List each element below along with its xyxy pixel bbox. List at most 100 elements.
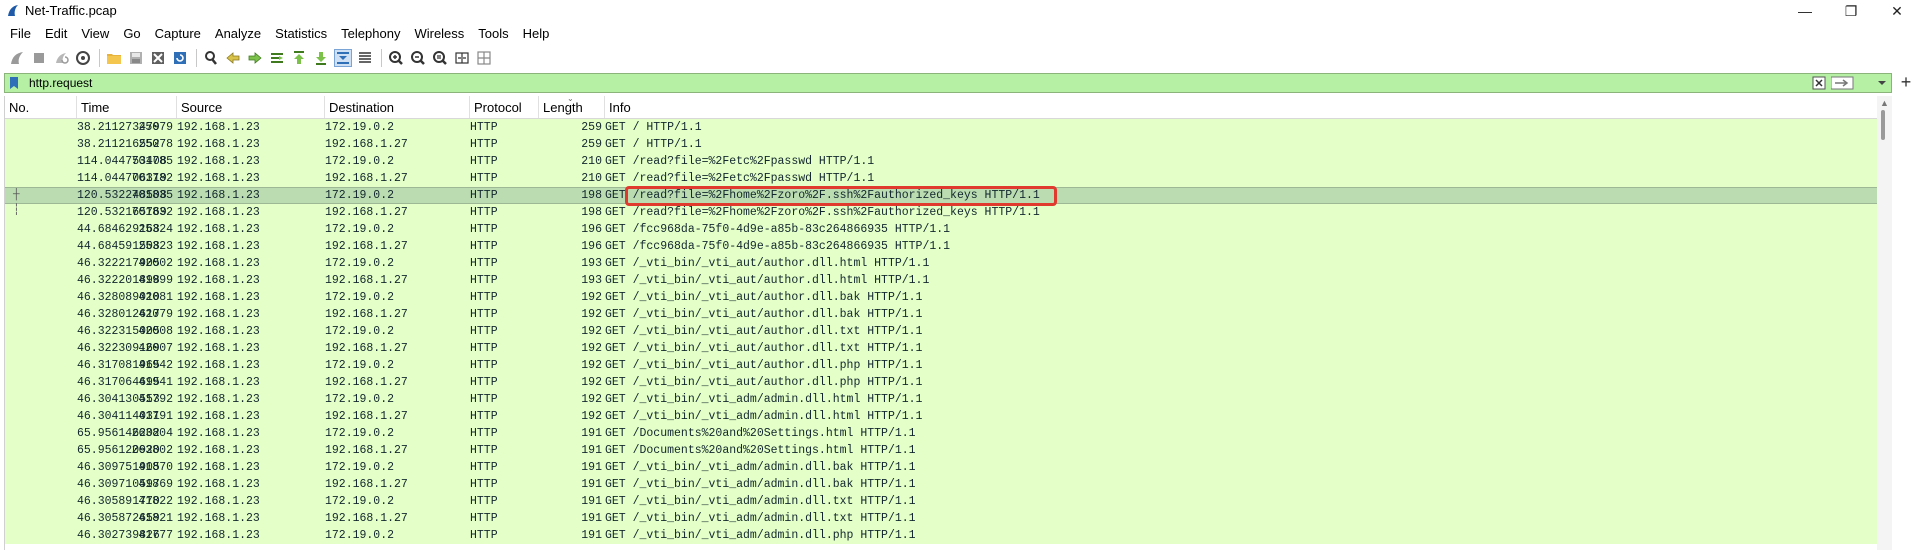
table-row[interactable]: 41822 46.305891770 192.168.1.23 172.19.0.2 H… [5, 493, 1877, 510]
table-row[interactable]: 41821 46.305872659 192.168.1.23 192.168.1.2… [5, 510, 1877, 527]
cell-proto: HTTP [470, 172, 498, 185]
cell-len: 191 [581, 512, 602, 525]
table-row[interactable]: 41777 46.302739826 192.168.1.23 172.19.0.2 H… [5, 527, 1877, 544]
column-header-time[interactable]: Time [77, 96, 177, 118]
restart-icon [56, 53, 69, 64]
table-row[interactable]: 25323 44.684591508 192.168.1.23 192.168.1.2… [5, 238, 1877, 255]
minimize-button[interactable]: — [1782, 0, 1828, 22]
cell-info: GET /_vti_bin/_vti_aut/author.dll.txt HT… [605, 325, 923, 338]
vertical-scrollbar[interactable]: ▲ [1877, 96, 1892, 550]
reload-file-button[interactable] [171, 49, 189, 67]
scroll-up-arrow-icon[interactable]: ▲ [1880, 98, 1889, 108]
menu-capture[interactable]: Capture [148, 24, 208, 44]
table-row[interactable]: 41870 46.309751905 192.168.1.23 172.19.0.2 H… [5, 459, 1877, 476]
table-row[interactable]: 42079 46.328012617 192.168.1.23 192.168.1.2… [5, 306, 1877, 323]
normal-size-button[interactable] [431, 49, 449, 67]
cell-info: GET /fcc968da-75f0-4d9e-a85b-83c26486693… [605, 223, 951, 236]
first-packet-button[interactable] [290, 49, 308, 67]
packet-list[interactable]: No. Time Source Destination Protocol Len… [4, 96, 1877, 550]
reload-file-icon [174, 52, 186, 64]
close-window-button[interactable]: ✕ [1874, 0, 1920, 22]
table-row[interactable]: 701782 114.044706319 192.168.1.23 192.168.1… [5, 170, 1877, 187]
autoscroll-button[interactable] [334, 49, 352, 67]
save-file-button[interactable] [127, 49, 145, 67]
table-row[interactable]: 41999 46.322201898 192.168.1.23 192.168.1.2… [5, 272, 1877, 289]
cell-len: 196 [581, 223, 602, 236]
capture-options-button[interactable] [74, 49, 92, 67]
table-row[interactable]: 25078 38.211216552 192.168.1.23 192.168.1.2… [5, 136, 1877, 153]
column-header-info[interactable]: Info [605, 96, 1877, 118]
table-row[interactable]: 42081 46.328089010 192.168.1.23 172.19.0.2 H… [5, 289, 1877, 306]
last-packet-button[interactable] [312, 49, 330, 67]
table-row[interactable]: 42007 46.322309169 192.168.1.23 192.168.1.2… [5, 340, 1877, 357]
table-row[interactable]: 701785 114.044753408 192.168.1.23 172.19.0.… [5, 153, 1877, 170]
menu-statistics[interactable]: Statistics [268, 24, 334, 44]
cell-src: 192.168.1.23 [177, 342, 260, 355]
scrollbar-thumb[interactable] [1881, 110, 1885, 140]
column-header-no[interactable]: No. [5, 96, 77, 118]
column-header-protocol[interactable]: Protocol [470, 96, 539, 118]
colorize-button[interactable] [356, 49, 374, 67]
find-packet-button[interactable] [202, 49, 220, 67]
cell-time: 46.309751905 [77, 461, 160, 474]
packet-minimap[interactable] [1893, 96, 1920, 550]
table-row[interactable]: 41869 46.309710597 192.168.1.23 192.168.1.2… [5, 476, 1877, 493]
menu-tools[interactable]: Tools [471, 24, 515, 44]
table-row[interactable]: 263804 65.956146202 192.168.1.23 172.19.0.2… [5, 425, 1877, 442]
menu-go[interactable]: Go [116, 24, 147, 44]
display-filter-input[interactable] [29, 74, 1809, 92]
open-file-icon [107, 54, 121, 64]
restart-capture-button[interactable] [52, 49, 70, 67]
table-row[interactable]: 41791 46.304114031 192.168.1.23 192.168.1.2… [5, 408, 1877, 425]
zoom-in-button[interactable] [387, 49, 405, 67]
resize-columns-button[interactable] [453, 49, 471, 67]
layout-button[interactable] [475, 49, 493, 67]
menu-help[interactable]: Help [516, 24, 557, 44]
column-header-destination[interactable]: Destination [325, 96, 470, 118]
table-row[interactable]: 42002 46.322217905 192.168.1.23 172.19.0.2 H… [5, 255, 1877, 272]
stop-capture-button[interactable] [30, 49, 48, 67]
menu-wireless[interactable]: Wireless [407, 24, 471, 44]
cell-proto: HTTP [470, 308, 498, 321]
last-packet-icon [316, 52, 326, 65]
go-forward-button[interactable] [246, 49, 264, 67]
menu-file[interactable]: File [0, 24, 38, 44]
open-file-button[interactable] [105, 49, 123, 67]
table-row[interactable]: 41942 46.317081965 192.168.1.23 172.19.0.2 H… [5, 357, 1877, 374]
cell-time: 46.322201898 [77, 274, 160, 287]
maximize-button[interactable]: ❐ [1828, 0, 1874, 22]
cell-proto: HTTP [470, 342, 498, 355]
menu-analyze[interactable]: Analyze [208, 24, 268, 44]
menu-view[interactable]: View [74, 24, 116, 44]
table-row[interactable]: 41941 46.317064695 192.168.1.23 192.168.1.2… [5, 374, 1877, 391]
start-capture-button[interactable] [8, 49, 26, 67]
table-row[interactable]: 41792 46.304130553 192.168.1.23 172.19.0.2 H… [5, 391, 1877, 408]
cell-dst: 192.168.1.27 [325, 308, 408, 321]
table-row-selected[interactable]: ┼ 701835 120.532248508 192.168.1.23 172.19.0… [5, 187, 1877, 204]
menu-edit[interactable]: Edit [38, 24, 74, 44]
close-file-button[interactable] [149, 49, 167, 67]
menu-telephony[interactable]: Telephony [334, 24, 407, 44]
chevron-down-icon[interactable] [1877, 79, 1887, 87]
apply-filter-icon[interactable] [1831, 76, 1865, 90]
colorize-icon [359, 52, 371, 63]
table-row[interactable]: ┆ 701832 120.532165769 192.168.1.23 192.168.… [5, 204, 1877, 221]
table-row[interactable]: 42008 46.322315005 192.168.1.23 172.19.0.2 H… [5, 323, 1877, 340]
autoscroll-icon [337, 52, 349, 64]
cell-proto: HTTP [470, 359, 498, 372]
first-packet-icon [294, 51, 304, 64]
table-row[interactable]: 25079 38.211273479 192.168.1.23 172.19.0.2 H… [5, 119, 1877, 136]
go-to-packet-button[interactable] [268, 49, 286, 67]
cell-dst: 172.19.0.2 [325, 291, 395, 304]
zoom-out-icon [411, 51, 425, 65]
cell-time: 65.956146202 [77, 427, 160, 440]
zoom-out-button[interactable] [409, 49, 427, 67]
add-filter-button[interactable]: + [1896, 73, 1916, 93]
bookmark-icon[interactable] [7, 76, 21, 90]
table-row[interactable]: 25324 44.684629168 192.168.1.23 172.19.0.2 H… [5, 221, 1877, 238]
column-header-source[interactable]: Source [177, 96, 325, 118]
clear-filter-icon[interactable] [1812, 76, 1826, 90]
table-row[interactable]: 263802 65.956120920 192.168.1.23 192.168.1.… [5, 442, 1877, 459]
go-back-button[interactable] [224, 49, 242, 67]
cell-proto: HTTP [470, 325, 498, 338]
